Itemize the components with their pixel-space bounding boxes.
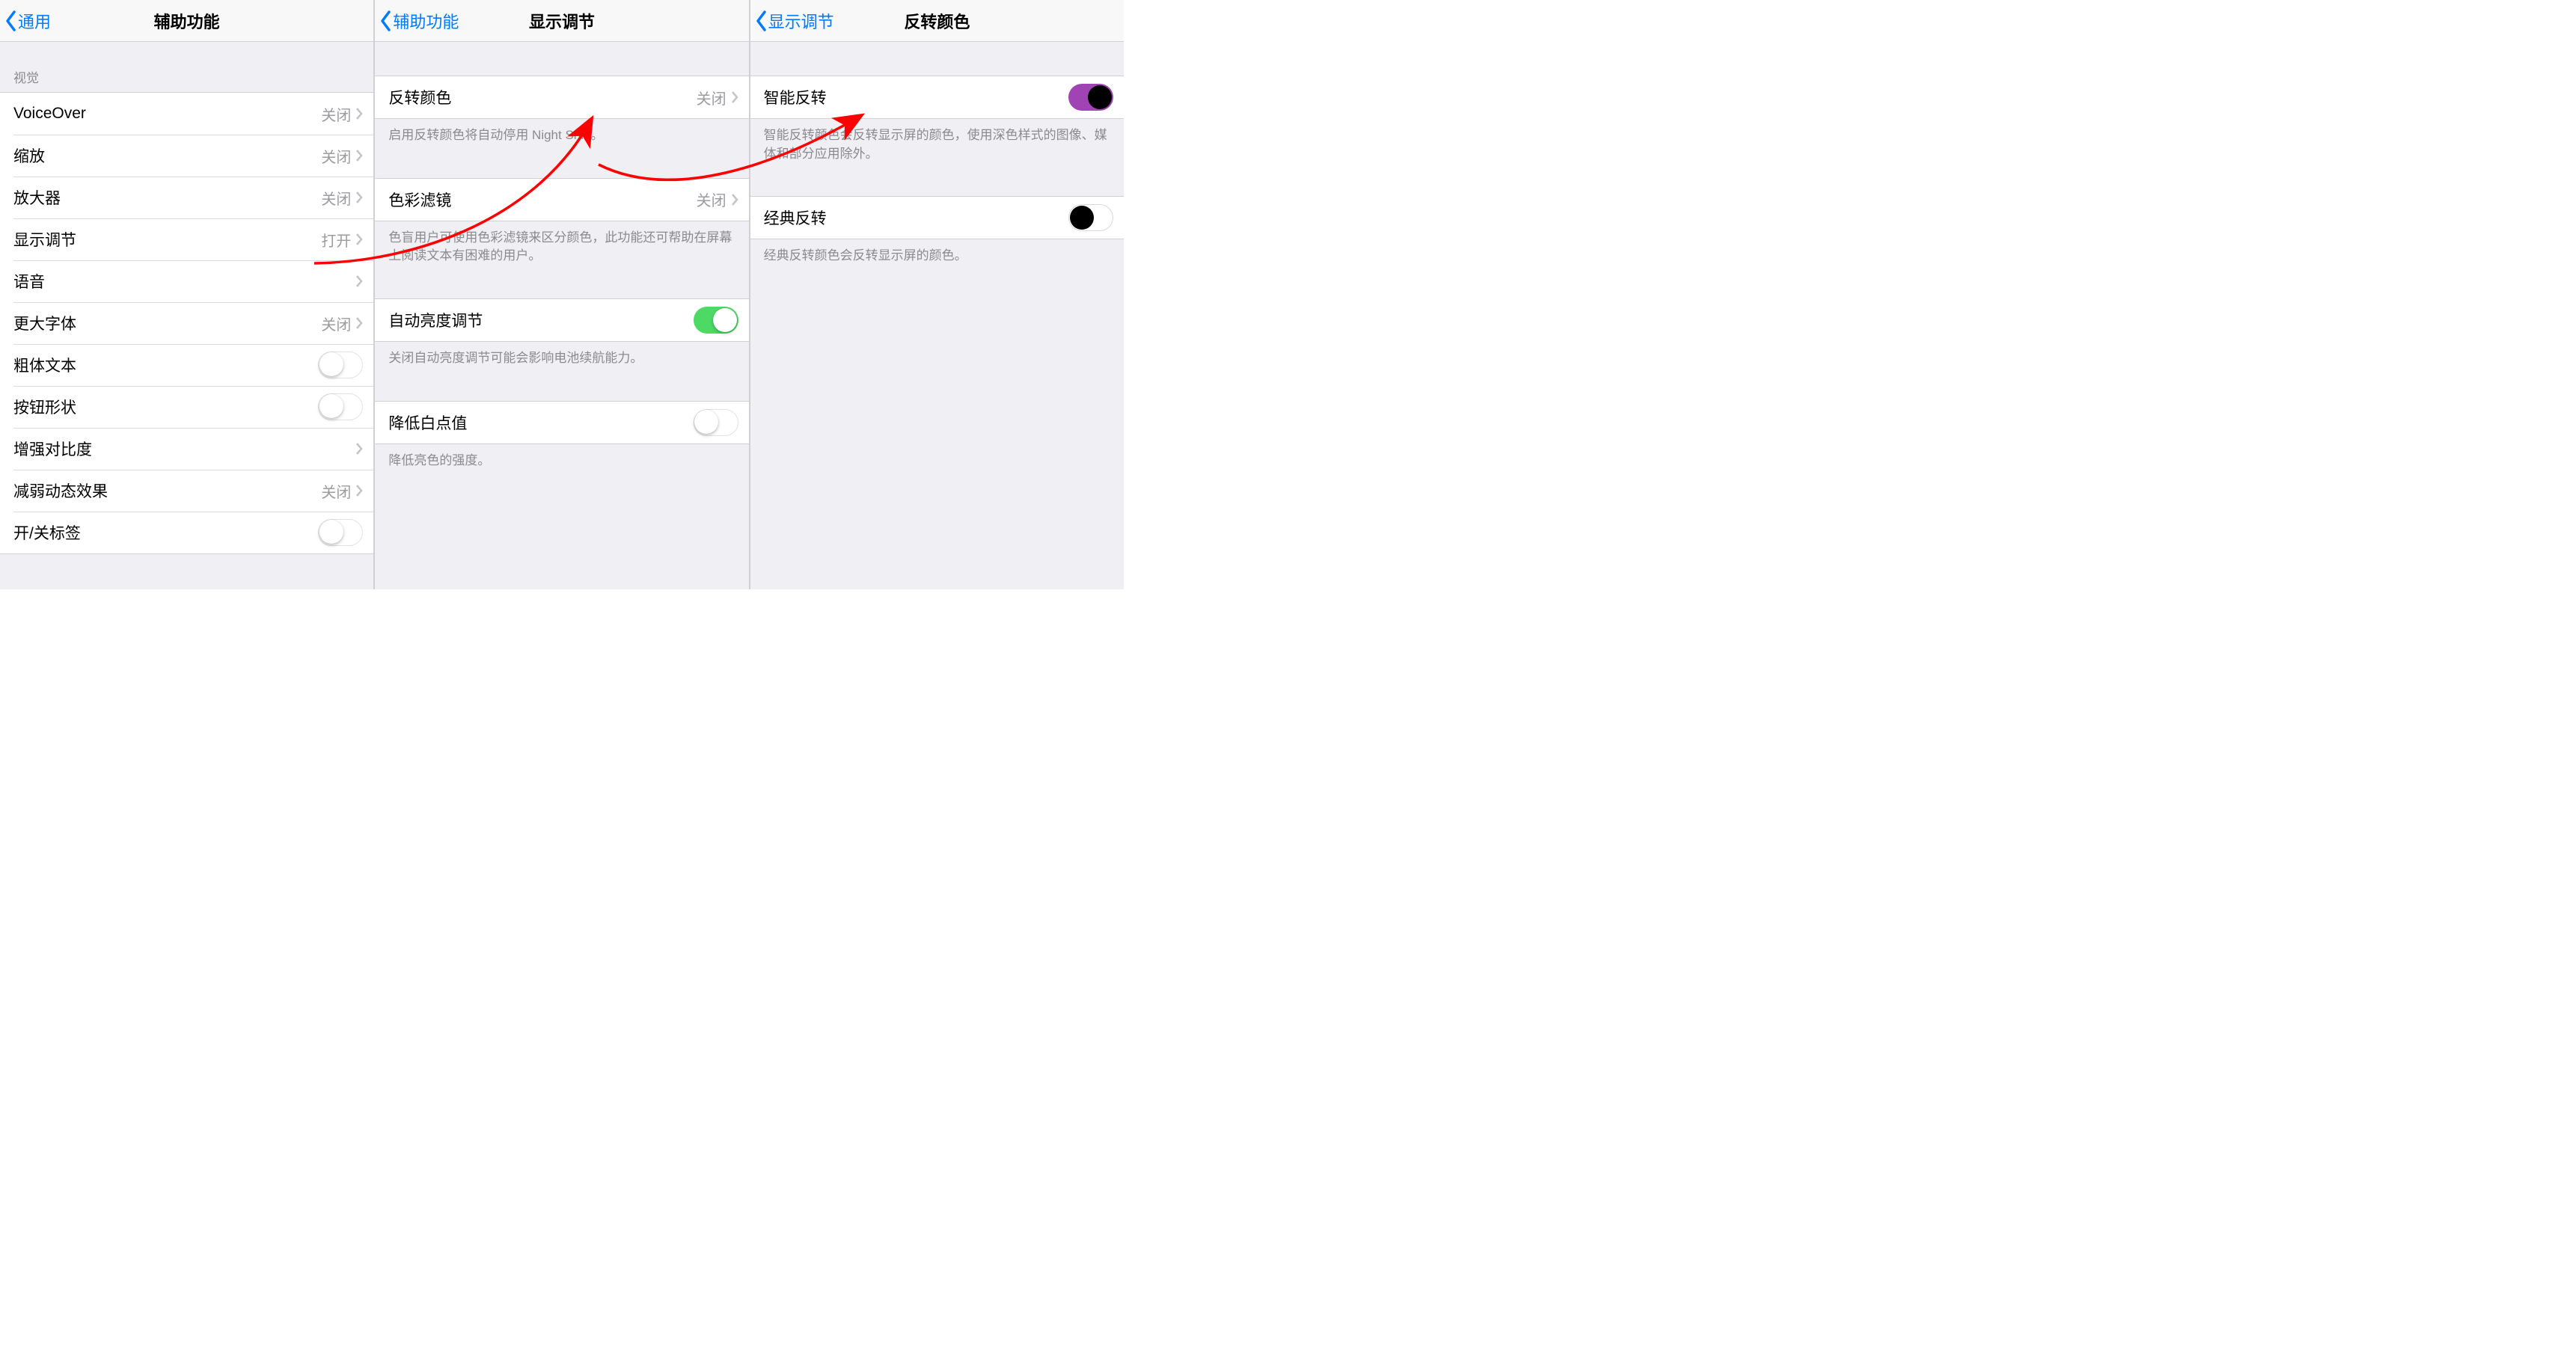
row-label: 降低白点值 xyxy=(388,411,693,434)
row-magnifier[interactable]: 放大器 关闭 xyxy=(0,177,373,218)
classic-invert-group: 经典反转 xyxy=(750,196,1124,239)
row-invert-colors[interactable]: 反转颜色 关闭 xyxy=(375,76,748,118)
row-label: 反转颜色 xyxy=(388,86,696,108)
classic-invert-switch[interactable] xyxy=(1068,204,1113,231)
row-bold-text[interactable]: 粗体文本 xyxy=(0,344,373,386)
back-button[interactable]: 显示调节 xyxy=(750,9,834,33)
back-label: 通用 xyxy=(18,9,51,33)
row-button-shapes[interactable]: 按钮形状 xyxy=(0,386,373,428)
whitepoint-footer: 降低亮色的强度。 xyxy=(375,444,748,481)
row-value: 打开 xyxy=(321,229,351,251)
row-label: 更大字体 xyxy=(13,312,321,334)
invert-group: 反转颜色 关闭 xyxy=(375,76,748,119)
row-label: 减弱动态效果 xyxy=(13,479,321,502)
row-label: 自动亮度调节 xyxy=(388,309,693,331)
smart-invert-footer: 智能反转颜色会反转显示屏的颜色，使用深色样式的图像、媒体和部分应用除外。 xyxy=(750,119,1124,174)
on-off-labels-switch[interactable] xyxy=(318,519,363,546)
row-classic-invert[interactable]: 经典反转 xyxy=(750,197,1124,239)
bold-text-switch[interactable] xyxy=(318,352,363,378)
back-button[interactable]: 辅助功能 xyxy=(375,9,459,33)
reduce-white-point-switch[interactable] xyxy=(694,409,738,436)
invert-footer: 启用反转颜色将自动停用 Night Shift。 xyxy=(375,119,748,156)
row-label: 色彩滤镜 xyxy=(388,188,696,211)
navbar: 辅助功能 显示调节 xyxy=(375,0,748,42)
section-header-vision: 视觉 xyxy=(0,42,373,92)
button-shapes-switch[interactable] xyxy=(318,393,363,420)
row-label: 开/关标签 xyxy=(13,521,318,544)
smart-invert-switch[interactable] xyxy=(1068,84,1113,111)
chevron-right-icon xyxy=(355,233,363,246)
row-value: 关闭 xyxy=(321,145,351,167)
chevron-left-icon xyxy=(379,10,393,32)
row-label: 增强对比度 xyxy=(13,438,351,460)
classic-invert-footer: 经典反转颜色会反转显示屏的颜色。 xyxy=(750,239,1124,276)
row-voiceover[interactable]: VoiceOver 关闭 xyxy=(0,93,373,135)
chevron-right-icon xyxy=(355,316,363,330)
row-display-accommodations[interactable]: 显示调节 打开 xyxy=(0,218,373,260)
accessibility-panel: 通用 辅助功能 视觉 VoiceOver 关闭 缩放 关闭 放大器 关闭 显示调… xyxy=(0,0,373,589)
row-label: 经典反转 xyxy=(764,206,1068,229)
invert-colors-panel: 显示调节 反转颜色 智能反转 智能反转颜色会反转显示屏的颜色，使用深色样式的图像… xyxy=(749,0,1124,589)
row-reduce-motion[interactable]: 减弱动态效果 关闭 xyxy=(0,470,373,512)
page-title: 辅助功能 xyxy=(0,9,373,33)
row-zoom[interactable]: 缩放 关闭 xyxy=(0,135,373,177)
row-value: 关闭 xyxy=(321,103,351,125)
back-label: 显示调节 xyxy=(768,9,834,33)
row-label: 语音 xyxy=(13,270,351,292)
row-color-filters[interactable]: 色彩滤镜 关闭 xyxy=(375,179,748,221)
row-label: 缩放 xyxy=(13,144,321,167)
row-value: 关闭 xyxy=(321,187,351,209)
navbar: 显示调节 反转颜色 xyxy=(750,0,1124,42)
chevron-right-icon xyxy=(355,274,363,288)
row-label: 显示调节 xyxy=(13,228,321,251)
whitepoint-group: 降低白点值 xyxy=(375,401,748,444)
chevron-right-icon xyxy=(731,193,738,206)
row-speech[interactable]: 语音 xyxy=(0,260,373,302)
row-on-off-labels[interactable]: 开/关标签 xyxy=(0,512,373,553)
row-label: 粗体文本 xyxy=(13,354,318,376)
auto-brightness-group: 自动亮度调节 xyxy=(375,298,748,342)
row-larger-text[interactable]: 更大字体 关闭 xyxy=(0,302,373,344)
smart-invert-group: 智能反转 xyxy=(750,76,1124,119)
filter-group: 色彩滤镜 关闭 xyxy=(375,178,748,221)
row-value: 关闭 xyxy=(697,87,726,108)
auto-brightness-footer: 关闭自动亮度调节可能会影响电池续航能力。 xyxy=(375,342,748,378)
row-smart-invert[interactable]: 智能反转 xyxy=(750,76,1124,118)
row-value: 关闭 xyxy=(321,480,351,502)
row-auto-brightness[interactable]: 自动亮度调节 xyxy=(375,299,748,341)
back-button[interactable]: 通用 xyxy=(0,9,51,33)
chevron-right-icon xyxy=(731,90,738,104)
chevron-right-icon xyxy=(355,442,363,455)
row-label: 智能反转 xyxy=(764,86,1068,108)
chevron-left-icon xyxy=(4,10,18,32)
row-value: 关闭 xyxy=(321,313,351,334)
row-increase-contrast[interactable]: 增强对比度 xyxy=(0,428,373,470)
chevron-right-icon xyxy=(355,484,363,497)
row-label: 按钮形状 xyxy=(13,396,318,418)
chevron-right-icon xyxy=(355,107,363,120)
chevron-right-icon xyxy=(355,149,363,162)
row-label: 放大器 xyxy=(13,186,321,209)
filter-footer: 色盲用户可使用色彩滤镜来区分颜色，此功能还可帮助在屏幕上阅读文本有困难的用户。 xyxy=(375,221,748,276)
row-reduce-white-point[interactable]: 降低白点值 xyxy=(375,402,748,444)
auto-brightness-switch[interactable] xyxy=(694,307,738,334)
back-label: 辅助功能 xyxy=(393,9,459,33)
chevron-right-icon xyxy=(355,191,363,204)
row-value: 关闭 xyxy=(697,188,726,210)
vision-group: VoiceOver 关闭 缩放 关闭 放大器 关闭 显示调节 打开 语音 更大字… xyxy=(0,92,373,554)
display-accommodations-panel: 辅助功能 显示调节 反转颜色 关闭 启用反转颜色将自动停用 Night Shif… xyxy=(373,0,748,589)
row-label: VoiceOver xyxy=(13,105,321,123)
navbar: 通用 辅助功能 xyxy=(0,0,373,42)
chevron-left-icon xyxy=(755,10,768,32)
